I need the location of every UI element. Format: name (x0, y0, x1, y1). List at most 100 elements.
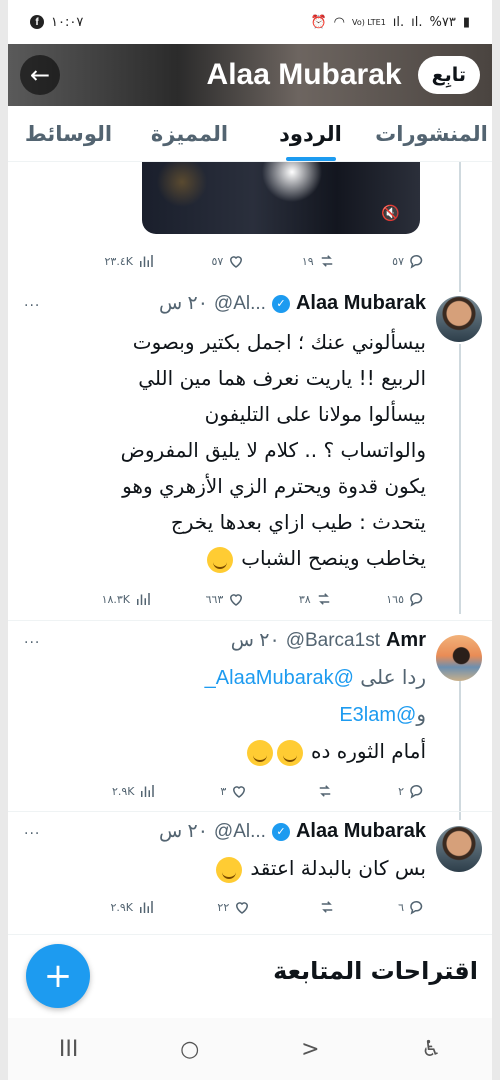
mention-link[interactable]: @E3lam (339, 704, 416, 726)
reply-action[interactable]: ٦ (398, 898, 426, 916)
tweet-line: والواتساب ؟ .. كلام لا يليق المفروض (120, 438, 426, 462)
profile-tabs: المنشورات الردود المميزة الوسائط (8, 106, 492, 162)
tweet-time: ٢٠ س (230, 630, 280, 651)
like-count: ٥٧ (211, 254, 224, 268)
tab-media[interactable]: الوسائط (8, 106, 129, 161)
tweet-actions: ٦ ٢٢ ٢.٩K (8, 890, 492, 924)
smile-emoji-icon (215, 856, 242, 883)
tweet-line-text: بس كان بالبدلة اعتقد (250, 856, 426, 880)
tweet-time: ٢٠ س (159, 821, 208, 842)
tweet-header: Amr @Barca1st ٢٠ س (20, 629, 426, 652)
heart-icon (230, 256, 243, 268)
tweet[interactable]: Alaa Mubarak ✓ @Al... ٢٠ س ··· بيسألوني … (8, 280, 492, 620)
tab-highlights[interactable]: المميزة (129, 106, 250, 161)
reply-prefix: ردا على (360, 665, 426, 689)
verified-badge-icon: ✓ (271, 822, 290, 841)
repost-action[interactable]: ٣٨ (299, 590, 333, 608)
video-thumbnail[interactable]: 🔇 (142, 162, 420, 234)
battery-level: %٧٣ (429, 14, 456, 30)
tweet-text: بيسألوني عنك ؛ اجمل بكتير وبصوت الربيع !… (30, 324, 426, 576)
system-nav-bar: III ○ > ♿ (8, 1018, 492, 1080)
mention-link[interactable]: @AlaaMubarak_ (205, 667, 354, 689)
reply-count: ٦ (398, 900, 404, 914)
views-icon (139, 901, 153, 913)
reply-action[interactable]: ٥٧ (392, 252, 426, 270)
reply-icon (410, 593, 423, 607)
tweet-text: بس كان بالبدلة اعتقد (30, 850, 426, 886)
accessibility-icon[interactable]: ♿ (421, 1037, 441, 1062)
views-action[interactable]: ١٨.٣K (102, 590, 152, 608)
repost-icon (319, 785, 331, 797)
status-bar: f ١٠:٠٧ ⏰ ◠ Vo) LTE1 ıl. ıl. %٧٣ ▮ (8, 0, 492, 44)
author-handle[interactable]: @Barca1st (286, 630, 380, 652)
mute-icon[interactable]: 🔇 (381, 204, 400, 222)
avatar[interactable] (436, 296, 482, 342)
repost-action[interactable] (312, 782, 334, 800)
tab-posts[interactable]: المنشورات (371, 106, 492, 161)
status-left: f ١٠:٠٧ (30, 15, 83, 30)
back-icon[interactable]: > (301, 1037, 319, 1062)
author-handle[interactable]: @Al... (214, 293, 266, 315)
tweet-line-text: أمام الثوره ده (311, 739, 426, 763)
view-count: ١٨.٣K (101, 592, 131, 606)
repost-action[interactable] (314, 898, 336, 916)
like-count: ٣ (220, 784, 227, 798)
alarm-icon: ⏰ (310, 14, 327, 30)
author-handle[interactable]: @Al... (214, 821, 266, 843)
repost-action[interactable]: ١٩ (302, 252, 336, 270)
app-frame: f ١٠:٠٧ ⏰ ◠ Vo) LTE1 ıl. ıl. %٧٣ ▮ ← Ala… (8, 0, 492, 1080)
views-action[interactable]: ٢.٩K (110, 898, 155, 916)
repost-icon (321, 901, 332, 913)
views-action[interactable]: ٢.٩K (112, 782, 157, 800)
more-options-icon[interactable]: ··· (24, 635, 40, 651)
avatar[interactable] (436, 635, 482, 681)
views-icon (139, 255, 153, 267)
views-icon (141, 785, 155, 797)
reply-action[interactable]: ٢ (398, 782, 426, 800)
like-action[interactable]: ٣ (220, 782, 248, 800)
like-action[interactable]: ٦٦٣ (206, 590, 246, 608)
wifi-icon: ◠ (333, 14, 345, 30)
repost-icon (321, 255, 332, 267)
status-right: ⏰ ◠ Vo) LTE1 ıl. ıl. %٧٣ ▮ (310, 15, 470, 30)
tweet-line: بيسألوا مولانا على التليفون (204, 402, 426, 426)
avatar[interactable] (436, 826, 482, 872)
profile-header: ← Alaa Mubarak تابِع (8, 44, 492, 106)
tweet-actions: ٢ ٣ ٢.٩K (8, 774, 492, 808)
battery-icon: ▮ (462, 14, 470, 30)
author-name[interactable]: Amr (386, 629, 426, 652)
reply-icon (410, 901, 423, 915)
signal-icon-2: ıl. (411, 14, 423, 30)
follow-button[interactable]: تابِع (417, 56, 480, 94)
tweet-actions: ١٦٥ ٣٨ ٦٦٣ ١٨.٣K (8, 582, 492, 616)
suggestions-title: اقتراحات المتابعة (273, 957, 478, 985)
author-name[interactable]: Alaa Mubarak (296, 820, 426, 843)
view-count: ٢.٩K (110, 900, 133, 914)
tweet-line: الربيع !! ياريت نعرف هما مين اللي (138, 366, 426, 390)
back-button[interactable]: ← (20, 55, 60, 95)
plus-icon: + (43, 956, 73, 996)
heart-icon (233, 786, 246, 798)
network-label: Vo) LTE1 (352, 17, 386, 27)
tweet-line: بيسألوني عنك ؛ اجمل بكتير وبصوت (132, 330, 426, 354)
facebook-notification-icon: f (30, 15, 44, 29)
reply-count: ١٦٥ (386, 592, 404, 606)
tweet-line: بس كان بالبدلة اعتقد (30, 850, 426, 886)
like-action[interactable]: ٥٧ (211, 252, 245, 270)
more-options-icon[interactable]: ··· (24, 298, 40, 314)
more-options-icon[interactable]: ··· (24, 826, 40, 842)
heart-icon (236, 902, 249, 914)
views-action[interactable]: ٢٣.٤K (105, 252, 155, 270)
reply-action[interactable]: ١٦٥ (386, 590, 426, 608)
home-icon[interactable]: ○ (180, 1037, 199, 1062)
recent-apps-icon[interactable]: III (59, 1037, 78, 1062)
author-name[interactable]: Alaa Mubarak (296, 292, 426, 315)
tab-replies[interactable]: الردود (250, 106, 371, 161)
reply-count: ٢ (398, 784, 404, 798)
tweet-text: ردا على @AlaaMubarak_ و@E3lam أمام الثور… (30, 659, 426, 769)
like-action[interactable]: ٢٢ (217, 898, 251, 916)
compose-button[interactable]: + (26, 944, 90, 1008)
view-count: ٢٣.٤K (104, 254, 133, 268)
laughing-emoji-icon (276, 739, 303, 766)
signal-icon: ıl. (392, 14, 405, 30)
